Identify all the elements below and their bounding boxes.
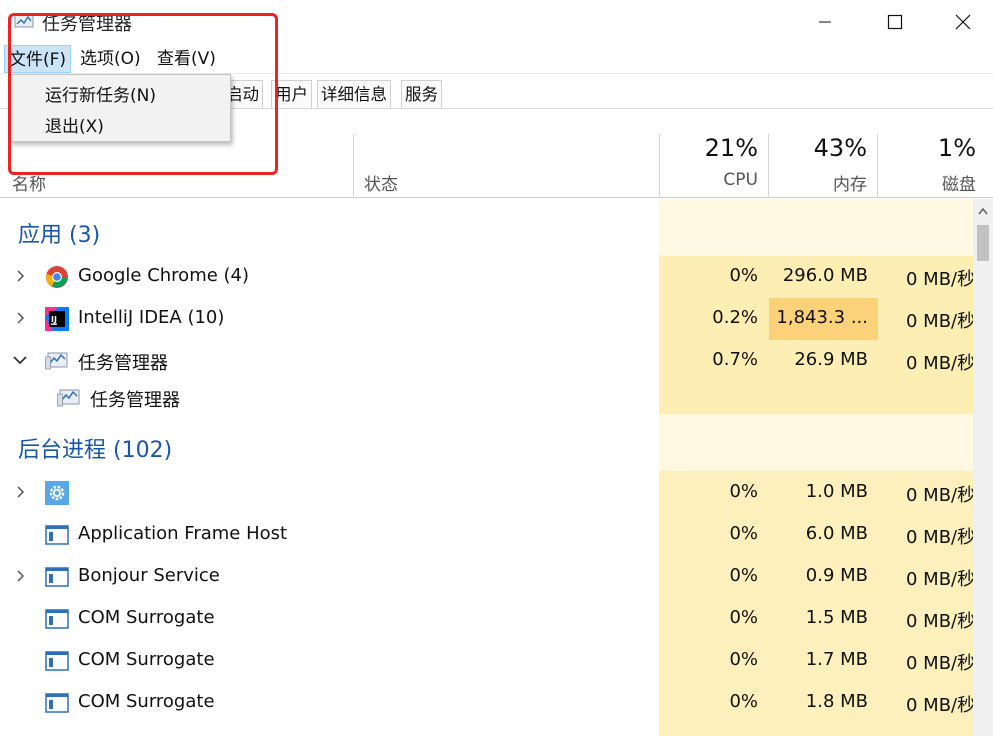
close-icon: [955, 14, 971, 30]
column-name[interactable]: 名称: [12, 170, 46, 195]
vertical-scrollbar[interactable]: [973, 199, 993, 736]
cpu-value: 0%: [729, 691, 758, 712]
memory-value: 1.8 MB: [805, 691, 868, 712]
process-name[interactable]: COM Surrogate: [78, 607, 215, 628]
memory-value: 0.9 MB: [805, 565, 868, 586]
window-icon: [45, 525, 69, 545]
disk-value: 0 MB/秒: [906, 695, 973, 716]
memory-value: 1.5 MB: [805, 607, 868, 628]
process-name[interactable]: COM Surrogate: [78, 649, 215, 670]
memory-value: 1.7 MB: [805, 649, 868, 670]
memory-value: 1.0 MB: [805, 481, 868, 502]
apps-group-title[interactable]: 应用 (3): [18, 217, 100, 249]
window-title: 任务管理器: [42, 14, 132, 35]
cpu-value: 0%: [729, 565, 758, 586]
cpu-value: 0%: [729, 265, 758, 286]
chevron-down-icon[interactable]: [13, 354, 27, 366]
exit-item[interactable]: 退出(X): [45, 112, 104, 137]
intellij-icon: IJ: [45, 307, 69, 331]
process-name[interactable]: Application Frame Host: [78, 523, 287, 544]
menu-bar: 文件(F) 选项(O) 查看(V): [0, 44, 993, 74]
tab-services[interactable]: 服务: [401, 80, 442, 108]
minimize-button[interactable]: [790, 0, 860, 44]
tab-details[interactable]: 详细信息: [317, 80, 391, 108]
scroll-up-icon[interactable]: [978, 207, 988, 215]
window-icon: [45, 567, 69, 587]
column-cpu[interactable]: CPU: [660, 170, 758, 190]
process-name[interactable]: Google Chrome (4): [78, 265, 249, 286]
process-name[interactable]: 任务管理器: [78, 349, 168, 375]
column-status[interactable]: 状态: [364, 170, 398, 195]
column-divider: [353, 134, 354, 198]
disk-value: 0 MB/秒: [906, 527, 973, 548]
chrome-icon: [46, 266, 68, 288]
task-manager-icon: [57, 389, 80, 407]
menu-file[interactable]: 文件(F): [4, 45, 72, 73]
window-icon: [45, 693, 69, 713]
process-name[interactable]: COM Surrogate: [78, 691, 215, 712]
disk-value: 0 MB/秒: [906, 311, 973, 332]
disk-total-percent[interactable]: 1%: [878, 134, 976, 162]
disk-value: 0 MB/秒: [906, 269, 973, 290]
minimize-icon: [819, 21, 831, 23]
cpu-value: 0.7%: [712, 349, 758, 370]
menu-view[interactable]: 查看(V): [153, 45, 220, 73]
tab-users[interactable]: 用户: [271, 80, 312, 108]
cpu-value: 0%: [729, 523, 758, 544]
disk-value: 0 MB/秒: [906, 485, 973, 506]
chevron-right-icon[interactable]: [14, 486, 26, 498]
task-manager-icon: [14, 13, 34, 28]
chevron-right-icon[interactable]: [14, 270, 26, 282]
memory-value: 26.9 MB: [794, 349, 868, 370]
close-button[interactable]: [928, 0, 993, 44]
memory-value: 1,843.3 ...: [776, 307, 868, 328]
title-bar: 任务管理器: [0, 0, 993, 44]
memory-value: 6.0 MB: [805, 523, 868, 544]
process-name[interactable]: Bonjour Service: [78, 565, 220, 586]
file-menu-dropdown: 运行新任务(N) 退出(X): [10, 74, 231, 142]
chevron-right-icon[interactable]: [14, 570, 26, 582]
maximize-button[interactable]: [860, 0, 930, 44]
task-manager-icon: [45, 352, 68, 370]
window-icon: [45, 651, 69, 671]
disk-value: 0 MB/秒: [906, 653, 973, 674]
disk-value: 0 MB/秒: [906, 353, 973, 374]
column-memory[interactable]: 内存: [769, 170, 867, 195]
cpu-value: 0%: [729, 607, 758, 628]
window-icon: [45, 609, 69, 629]
process-child-name[interactable]: 任务管理器: [90, 386, 180, 412]
menu-options[interactable]: 选项(O): [76, 45, 145, 73]
memory-total-percent[interactable]: 43%: [769, 134, 867, 162]
gear-icon: [45, 481, 69, 505]
maximize-icon: [887, 14, 903, 30]
group-row-bg: [659, 199, 973, 255]
disk-value: 0 MB/秒: [906, 569, 973, 590]
group-row-bg: [659, 414, 973, 470]
cpu-value: 0.2%: [712, 307, 758, 328]
cpu-value: 0%: [729, 649, 758, 670]
background-group-title[interactable]: 后台进程 (102): [18, 432, 172, 464]
process-name[interactable]: IntelliJ IDEA (10): [78, 307, 224, 328]
scroll-thumb[interactable]: [977, 225, 989, 261]
memory-value: 296.0 MB: [782, 265, 868, 286]
chevron-right-icon[interactable]: [14, 312, 26, 324]
column-disk[interactable]: 磁盘: [878, 170, 976, 195]
run-new-task-item[interactable]: 运行新任务(N): [45, 81, 156, 106]
disk-value: 0 MB/秒: [906, 611, 973, 632]
cpu-total-percent[interactable]: 21%: [660, 134, 758, 162]
cpu-value: 0%: [729, 481, 758, 502]
svg-text:IJ: IJ: [51, 315, 57, 324]
